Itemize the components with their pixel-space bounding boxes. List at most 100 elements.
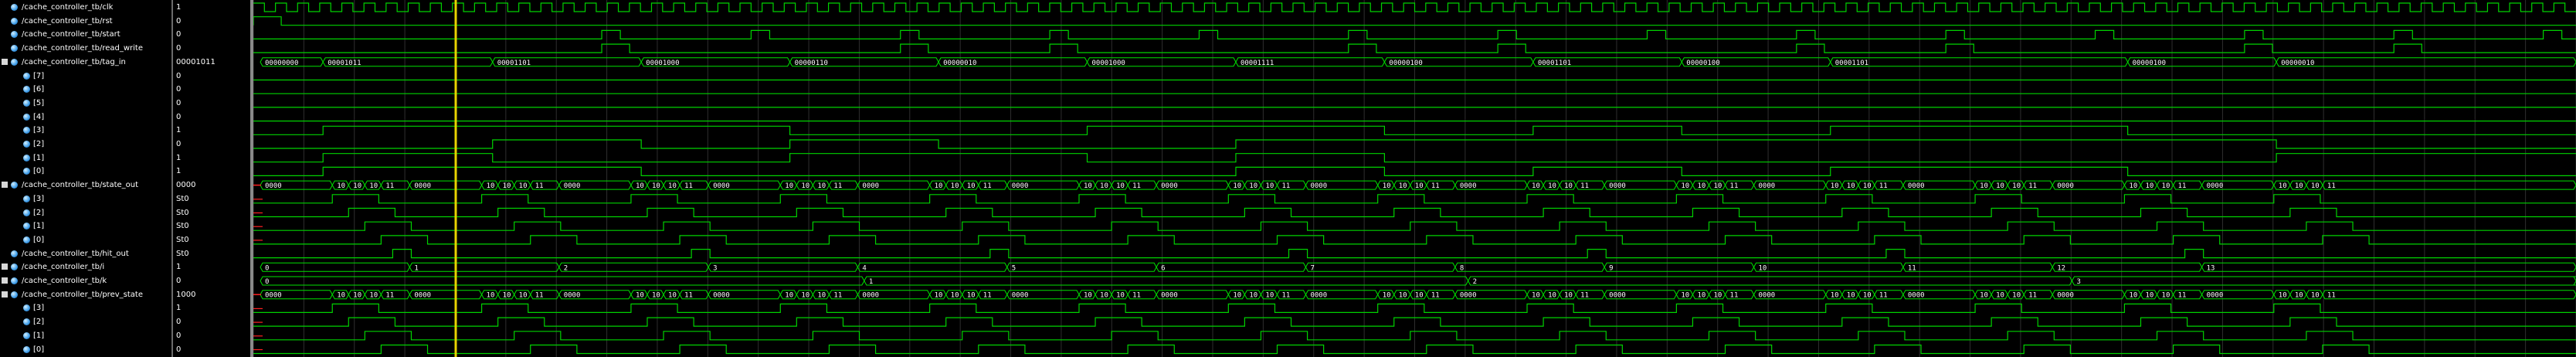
- signal-value: St0: [176, 249, 189, 258]
- signal-bit-row[interactable]: [3]: [0, 301, 171, 314]
- signal-bit-row[interactable]: [7]: [0, 70, 171, 83]
- signal-name: [2]: [33, 140, 45, 148]
- signal-value: 1: [176, 3, 182, 12]
- state-out-bus-label: 10: [1415, 182, 1424, 190]
- prev-state-bus-label: 10: [2311, 292, 2320, 300]
- prev-state-bus-label: 0000: [1460, 292, 1477, 300]
- signal-name: [0]: [33, 167, 45, 176]
- state-out-bus-label: 10: [1831, 182, 1839, 190]
- state-out-bus-label: 10: [1233, 182, 1241, 190]
- prev-state-bus-label: 10: [967, 292, 976, 300]
- state-out-bus-label: 11: [385, 182, 394, 190]
- signal-bit-row[interactable]: [2]: [0, 138, 171, 151]
- state-out-bus-label: 10: [801, 182, 809, 190]
- signal-row[interactable]: /cache_controller_tb/hit_out: [0, 247, 171, 260]
- prev-state-bus-label: 0000: [713, 292, 730, 300]
- state-out-bus-label: 10: [2129, 182, 2137, 190]
- signal-value: 0000: [176, 181, 196, 190]
- prev-state-bus-label: 10: [1831, 292, 1839, 300]
- state-out-bus-label: 10: [2311, 182, 2320, 190]
- signal-row[interactable]: /cache_controller_tb/clk: [0, 1, 171, 14]
- signal-value: 1: [176, 263, 182, 272]
- signal-value: 1: [176, 304, 182, 313]
- signal-bit-row[interactable]: [0]: [0, 343, 171, 356]
- state-out-bus-label: 0000: [1460, 182, 1477, 190]
- signal-name: [2]: [33, 318, 45, 327]
- prev-state-bus-label: 11: [1879, 292, 1888, 300]
- prev-state-bus-label: 10: [2295, 292, 2303, 300]
- signal-row[interactable]: /cache_controller_tb/prev_state: [0, 288, 171, 301]
- signal-row[interactable]: /cache_controller_tb/k: [0, 274, 171, 287]
- signal-bit-row[interactable]: [5]: [0, 97, 171, 110]
- state-out-bus-label: 0000: [1759, 182, 1776, 190]
- state-out-bus-label: 0000: [1161, 182, 1178, 190]
- state-out-bus-label: 11: [1281, 182, 1290, 190]
- signal-bit-row[interactable]: [1]: [0, 151, 171, 165]
- state-out-bus-label: 0000: [2057, 182, 2074, 190]
- i-bus-label: 1: [414, 264, 418, 272]
- signal-bit-row[interactable]: [1]: [0, 329, 171, 342]
- signal-bit-row[interactable]: [0]: [0, 165, 171, 178]
- i-bus-segment: [2052, 262, 2203, 272]
- signal-value: St0: [176, 208, 189, 217]
- signal-bit-row[interactable]: [3]: [0, 192, 171, 206]
- signal-icon: [11, 291, 18, 298]
- signal-value: St0: [176, 222, 189, 231]
- prev-state-bus-label: 11: [1730, 292, 1739, 300]
- signal-value: 0: [176, 277, 182, 285]
- state-out-bus-label: 10: [817, 182, 826, 190]
- signal-icon: [23, 99, 30, 107]
- prev-state-bus-label: 11: [983, 292, 992, 300]
- i-bus-segment: [1454, 262, 1605, 272]
- signal-bit-row[interactable]: [1]: [0, 219, 171, 233]
- expand-icon[interactable]: [2, 277, 8, 284]
- prev-state-bus-label: 11: [1281, 292, 1290, 300]
- signal-value: St0: [176, 194, 189, 203]
- state-out-bus-label: 11: [2178, 182, 2187, 190]
- i-bus-segment: [857, 262, 1008, 272]
- signal-row[interactable]: /cache_controller_tb/tag_in: [0, 56, 171, 69]
- signal-bit-row[interactable]: [4]: [0, 110, 171, 124]
- prev-state-bus-label: 10: [503, 292, 511, 300]
- state-out-bus-segment: [2322, 180, 2576, 190]
- signal-name: [1]: [33, 222, 45, 231]
- waveform-canvas[interactable]: 00000000 00001011 00001101 00001000 00000110…: [253, 0, 2576, 357]
- prev-state-bus-label: 10: [1265, 292, 1274, 300]
- signal-row[interactable]: /cache_controller_tb/i: [0, 260, 171, 274]
- state-out-bus-label: 11: [2327, 182, 2336, 190]
- signal-value: 0: [176, 71, 182, 80]
- signal-row[interactable]: /cache_controller_tb/rst: [0, 15, 171, 28]
- i-bus-segment: [1753, 262, 1904, 272]
- signal-name: /cache_controller_tb/tag_in: [22, 57, 126, 66]
- signal-bit-row[interactable]: [2]: [0, 206, 171, 219]
- collapse-icon[interactable]: [2, 291, 8, 298]
- prev-state-bus-label: 10: [2162, 292, 2170, 300]
- state-out-bus-label: 10: [785, 182, 793, 190]
- signal-row[interactable]: /cache_controller_tb/start: [0, 28, 171, 41]
- expand-icon[interactable]: [2, 264, 8, 270]
- signal-bit-row[interactable]: [6]: [0, 83, 171, 96]
- prev-state-bus-label: 10: [801, 292, 809, 300]
- signal-value: St0: [176, 235, 189, 244]
- state-out-bus-label: 0000: [1012, 182, 1029, 190]
- signal-icon: [23, 236, 30, 243]
- prev-state-bus-label: 10: [785, 292, 793, 300]
- i-bus-segment: [260, 262, 410, 272]
- state-out-bus-label: 10: [1532, 182, 1540, 190]
- signal-bit-row[interactable]: [2]: [0, 315, 171, 328]
- prev-state-bus-label: 10: [2129, 292, 2137, 300]
- prev-state-bus-label: 10: [519, 292, 528, 300]
- signal-bit-row[interactable]: [0]: [0, 233, 171, 246]
- signal-bit-row[interactable]: [3]: [0, 124, 171, 137]
- state-out-bus-label: 10: [935, 182, 943, 190]
- state-out-bus-label: 10: [519, 182, 528, 190]
- signal-row[interactable]: /cache_controller_tb/state_out: [0, 178, 171, 192]
- state-out-bus-label: 10: [1383, 182, 1391, 190]
- prev-state-bus-label: 0000: [2057, 292, 2074, 300]
- prev-state-bus-label: 0000: [1161, 292, 1178, 300]
- prev-state-bus-label: 0000: [414, 292, 431, 300]
- prev-state-bus-label: 10: [1084, 292, 1092, 300]
- collapse-icon[interactable]: [2, 58, 8, 65]
- collapse-icon[interactable]: [2, 182, 8, 189]
- signal-row[interactable]: /cache_controller_tb/read_write: [0, 42, 171, 55]
